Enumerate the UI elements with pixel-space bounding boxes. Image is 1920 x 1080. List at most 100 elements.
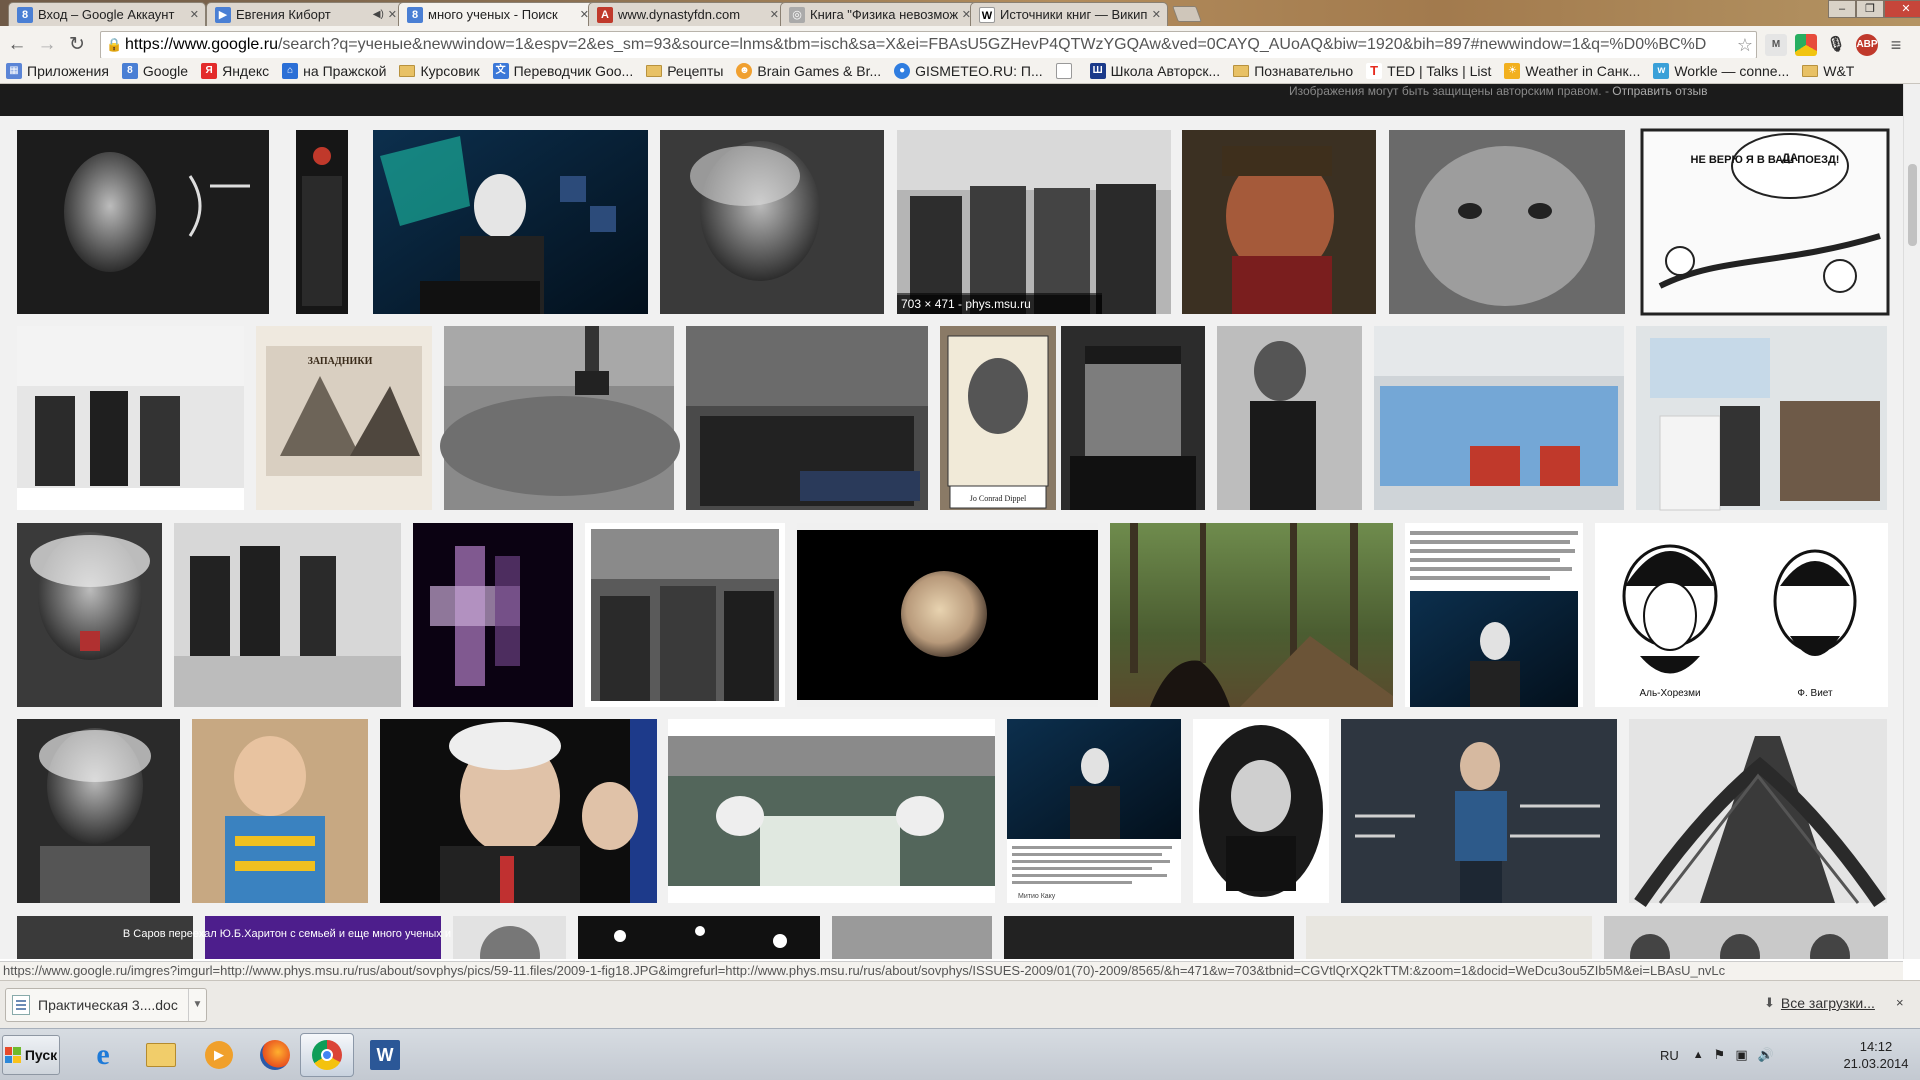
thumbnail[interactable]	[1217, 326, 1362, 510]
thumbnail[interactable]	[1341, 719, 1617, 903]
bookmark-poznavatelno[interactable]: Познавательно	[1233, 63, 1353, 79]
scrollbar-thumb[interactable]	[1908, 164, 1917, 246]
bookmark-school[interactable]: Ш Школа Авторск...	[1089, 62, 1220, 79]
thumbnail[interactable]	[380, 719, 657, 903]
bookmark-wt[interactable]: W&T	[1802, 63, 1854, 79]
bookmark-kursovik[interactable]: Курсовик	[399, 63, 480, 79]
start-button[interactable]: Пуск	[2, 1035, 60, 1075]
thumbnail[interactable]	[440, 326, 680, 510]
thumbnail[interactable]	[1405, 523, 1583, 707]
close-download-shelf-button[interactable]: ×	[1896, 995, 1904, 1010]
chrome-extension-icon[interactable]	[1795, 34, 1817, 56]
speaker-icon[interactable]: ◀)	[373, 9, 384, 20]
thumbnail[interactable]	[413, 523, 573, 707]
thumbnail[interactable]	[17, 523, 162, 707]
tab-dynastyfdn[interactable]: A www.dynastyfdn.com ✕	[588, 2, 786, 26]
taskbar-media-player[interactable]: ▶	[192, 1033, 246, 1077]
thumbnail[interactable]	[668, 719, 995, 903]
taskbar-clock[interactable]: 14:12 21.03.2014	[1836, 1038, 1916, 1072]
microphone-icon[interactable]: 🎙	[1825, 34, 1847, 56]
show-hidden-icons-icon[interactable]: ▲	[1693, 1049, 1704, 1061]
tab-evgenia-kibort[interactable]: ▶ Евгения Киборт ◀) ✕	[206, 2, 404, 26]
flag-icon[interactable]: ⚑	[1714, 1047, 1726, 1063]
thumbnail[interactable]	[585, 523, 785, 707]
bookmark-gismeteo[interactable]: ● GISMETEO.RU: П...	[894, 62, 1043, 79]
all-downloads-link[interactable]: ⬇ Все загрузки...	[1764, 995, 1875, 1011]
thumbnail[interactable]	[1306, 916, 1592, 959]
volume-icon[interactable]: 🔊	[1758, 1047, 1774, 1063]
tab-google-search[interactable]: 8 много ученых - Поиск ✕	[398, 2, 596, 26]
gmail-extension-icon[interactable]: M	[1765, 34, 1787, 56]
thumbnail[interactable]	[660, 130, 884, 314]
feedback-link[interactable]: Отправить отзыв	[1612, 84, 1707, 98]
bookmark-brain-games[interactable]: ☻ Brain Games & Br...	[736, 62, 881, 79]
page-scrollbar[interactable]	[1903, 84, 1920, 959]
thumbnail[interactable]	[1629, 719, 1887, 907]
thumbnail[interactable]	[940, 326, 1056, 510]
menu-icon[interactable]: ≡	[1885, 34, 1907, 56]
bookmark-recipes[interactable]: Рецепты	[646, 63, 723, 79]
bookmark-workle[interactable]: w Workle — conne...	[1653, 62, 1789, 79]
taskbar-ie[interactable]: e	[76, 1033, 130, 1077]
close-icon[interactable]: ✕	[388, 8, 397, 21]
thumbnail[interactable]	[296, 130, 348, 314]
thumbnail[interactable]	[797, 523, 1098, 707]
back-button[interactable]: ←	[4, 32, 30, 58]
thumbnail[interactable]	[1374, 326, 1624, 510]
maximize-button[interactable]: ❐	[1856, 0, 1884, 18]
thumbnail[interactable]	[373, 130, 648, 314]
thumbnail[interactable]	[256, 326, 432, 510]
bookmark-yandex[interactable]: Я Яндекс	[201, 62, 269, 79]
forward-button[interactable]: →	[34, 32, 60, 58]
bookmark-star-icon[interactable]: ☆	[1734, 35, 1756, 56]
thumbnail[interactable]	[192, 719, 368, 903]
thumbnail[interactable]	[686, 326, 928, 510]
download-item[interactable]: Практическая 3....doc ▼	[5, 988, 207, 1022]
tab-book-physics[interactable]: ◎ Книга "Физика невозможного" ✕	[780, 2, 978, 26]
thumbnail[interactable]	[1004, 916, 1294, 959]
bookmark-ted[interactable]: T TED | Talks | List	[1366, 62, 1491, 79]
chevron-down-icon[interactable]: ▼	[188, 989, 206, 1021]
tab-wikipedia[interactable]: W Источники книг — Википедия ✕	[970, 2, 1168, 26]
new-tab-button[interactable]	[1172, 6, 1202, 22]
close-icon[interactable]: ✕	[190, 8, 199, 21]
thumbnail[interactable]	[1636, 326, 1887, 511]
close-icon[interactable]: ✕	[1152, 8, 1161, 21]
minimize-button[interactable]: –	[1828, 0, 1856, 18]
taskbar-chrome[interactable]	[300, 1033, 354, 1077]
thumbnail[interactable]	[1182, 130, 1376, 314]
close-icon[interactable]: ✕	[770, 8, 779, 21]
thumbnail[interactable]	[1193, 719, 1329, 903]
network-icon[interactable]: ▣	[1735, 1047, 1747, 1063]
close-window-button[interactable]: ✕	[1884, 0, 1920, 18]
bookmark-prazhskaya[interactable]: ⌂ на Пражской	[282, 62, 386, 79]
adblock-icon[interactable]: ABP	[1856, 34, 1878, 56]
thumbnail[interactable]	[578, 916, 820, 959]
reload-button[interactable]: ↻	[64, 32, 90, 58]
address-text[interactable]: https://www.google.ru/search?q=ученые&ne…	[125, 36, 1734, 54]
thumbnail[interactable]	[1604, 916, 1888, 959]
taskbar-explorer[interactable]	[134, 1033, 188, 1077]
thumbnail[interactable]	[1061, 326, 1205, 510]
thumbnail[interactable]	[1007, 719, 1181, 903]
thumbnail[interactable]	[17, 719, 180, 903]
taskbar-firefox[interactable]	[248, 1033, 302, 1077]
thumbnail[interactable]	[832, 916, 992, 959]
thumbnail[interactable]	[17, 130, 269, 314]
thumbnail[interactable]	[174, 523, 401, 707]
taskbar-word[interactable]: W	[358, 1033, 412, 1077]
address-bar[interactable]: 🔒 https://www.google.ru/search?q=ученые&…	[100, 31, 1757, 59]
bookmark-apps[interactable]: ▦ Приложения	[6, 62, 109, 79]
thumbnail[interactable]	[1110, 523, 1393, 707]
thumbnail[interactable]	[453, 916, 566, 959]
thumbnail[interactable]	[1595, 523, 1888, 707]
bookmark-translate[interactable]: 文 Переводчик Goo...	[492, 62, 633, 79]
bookmark-weather[interactable]: ☀ Weather in Санк...	[1504, 62, 1640, 79]
bookmark-google[interactable]: 8 Google	[121, 62, 188, 79]
language-indicator[interactable]: RU	[1660, 1048, 1679, 1063]
thumbnail[interactable]	[897, 130, 1171, 314]
tab-google-account[interactable]: 8 Вход – Google Аккаунт ✕	[8, 2, 206, 26]
bookmark-blank-page[interactable]	[1055, 62, 1077, 79]
thumbnail[interactable]	[17, 326, 244, 510]
thumbnail[interactable]	[1389, 130, 1625, 314]
